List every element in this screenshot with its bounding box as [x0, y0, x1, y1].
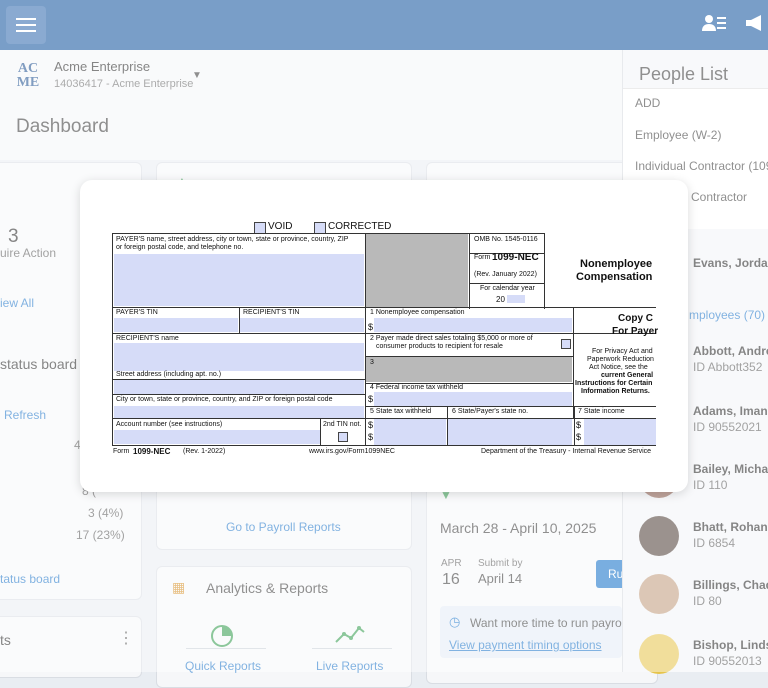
box3-shaded — [366, 356, 572, 382]
privacy-notice-5: Instructions for Certain — [575, 380, 653, 387]
box5-dollar-1: $ — [368, 420, 374, 430]
box5-label: 5 State tax withheld — [370, 408, 432, 415]
footer-url: www.irs.gov/Form1099NEC — [309, 448, 395, 455]
box2-label-2: consumer products to recipient for resal… — [376, 343, 503, 350]
box7-label: 7 State income — [578, 408, 625, 415]
box6-label: 6 State/Payer's state no. — [452, 408, 529, 415]
box1-field[interactable] — [374, 318, 572, 332]
account-label: Account number (see instructions) — [116, 421, 223, 428]
shaded-area — [366, 234, 468, 308]
tin2-checkbox[interactable] — [338, 432, 348, 442]
payer-name-label-2: or foreign postal code, and telephone no… — [116, 244, 244, 251]
box7-dollar-2: $ — [576, 432, 582, 442]
recipient-name-label: RECIPIENT'S name — [116, 335, 179, 342]
box3-label: 3 — [370, 359, 374, 366]
recipient-tin-label: RECIPIENT'S TIN — [243, 309, 300, 316]
footer-form-name: 1099-NEC — [133, 447, 171, 456]
void-label: VOID — [268, 221, 293, 232]
form-label: Form — [474, 254, 491, 261]
privacy-notice-1: For Privacy Act and — [592, 348, 653, 355]
footer-revision: (Rev. 1-2022) — [183, 448, 226, 455]
copy-c-label: Copy C — [618, 313, 653, 324]
box4-label: 4 Federal income tax withheld — [370, 384, 463, 391]
box2-label: 2 Payer made direct sales totaling $5,00… — [370, 335, 533, 342]
tin2-label: 2nd TIN not. — [323, 421, 362, 428]
omb-number: OMB No. 1545-0116 — [474, 236, 538, 243]
privacy-notice-4: current General — [601, 372, 654, 379]
payer-name-field[interactable] — [114, 254, 364, 306]
box5-dollar-2: $ — [368, 432, 374, 442]
recipient-name-field[interactable] — [114, 343, 364, 371]
box5-field[interactable] — [374, 419, 446, 445]
box7-dollar-1: $ — [576, 420, 582, 430]
form-title-1: Nonemployee — [580, 258, 653, 270]
form-name: 1099-NEC — [492, 252, 539, 263]
city-field[interactable] — [114, 406, 364, 418]
calendar-year-label: For calendar year — [480, 285, 535, 292]
box6-field[interactable] — [448, 419, 572, 445]
payer-tin-label: PAYER'S TIN — [116, 309, 158, 316]
city-label: City or town, state or province, country… — [116, 396, 333, 403]
street-field[interactable] — [114, 380, 364, 394]
privacy-notice-6: Information Returns. — [581, 388, 650, 395]
form-revision: (Rev. January 2022) — [474, 271, 537, 278]
corrected-label: CORRECTED — [328, 221, 392, 232]
calendar-year-field[interactable] — [507, 295, 525, 303]
box1-dollar: $ — [368, 322, 374, 332]
box7-field[interactable] — [584, 419, 656, 445]
street-label: Street address (including apt. no.) — [116, 371, 222, 378]
box4-dollar: $ — [368, 394, 374, 404]
box1-label: 1 Nonemployee compensation — [370, 309, 465, 316]
footer-department: Department of the Treasury - Internal Re… — [481, 448, 652, 455]
calendar-year-prefix: 20 — [496, 295, 505, 304]
payer-tin-field[interactable] — [114, 318, 238, 332]
privacy-notice-3: Act Notice, see the — [589, 364, 648, 371]
for-payer-label: For Payer — [612, 326, 659, 337]
privacy-notice-2: Paperwork Reduction — [587, 356, 654, 363]
payer-name-label: PAYER'S name, street address, city or to… — [116, 236, 349, 243]
form-title-2: Compensation — [576, 271, 653, 283]
form-1099-nec: VOID CORRECTED PAYER'S name, street addr… — [80, 180, 688, 492]
account-field[interactable] — [114, 430, 320, 444]
box4-field[interactable] — [374, 392, 572, 406]
footer-form-label: Form — [113, 448, 130, 455]
box2-checkbox[interactable] — [561, 339, 571, 349]
recipient-tin-field[interactable] — [240, 318, 364, 332]
form-preview-modal: VOID CORRECTED PAYER'S name, street addr… — [80, 180, 688, 492]
